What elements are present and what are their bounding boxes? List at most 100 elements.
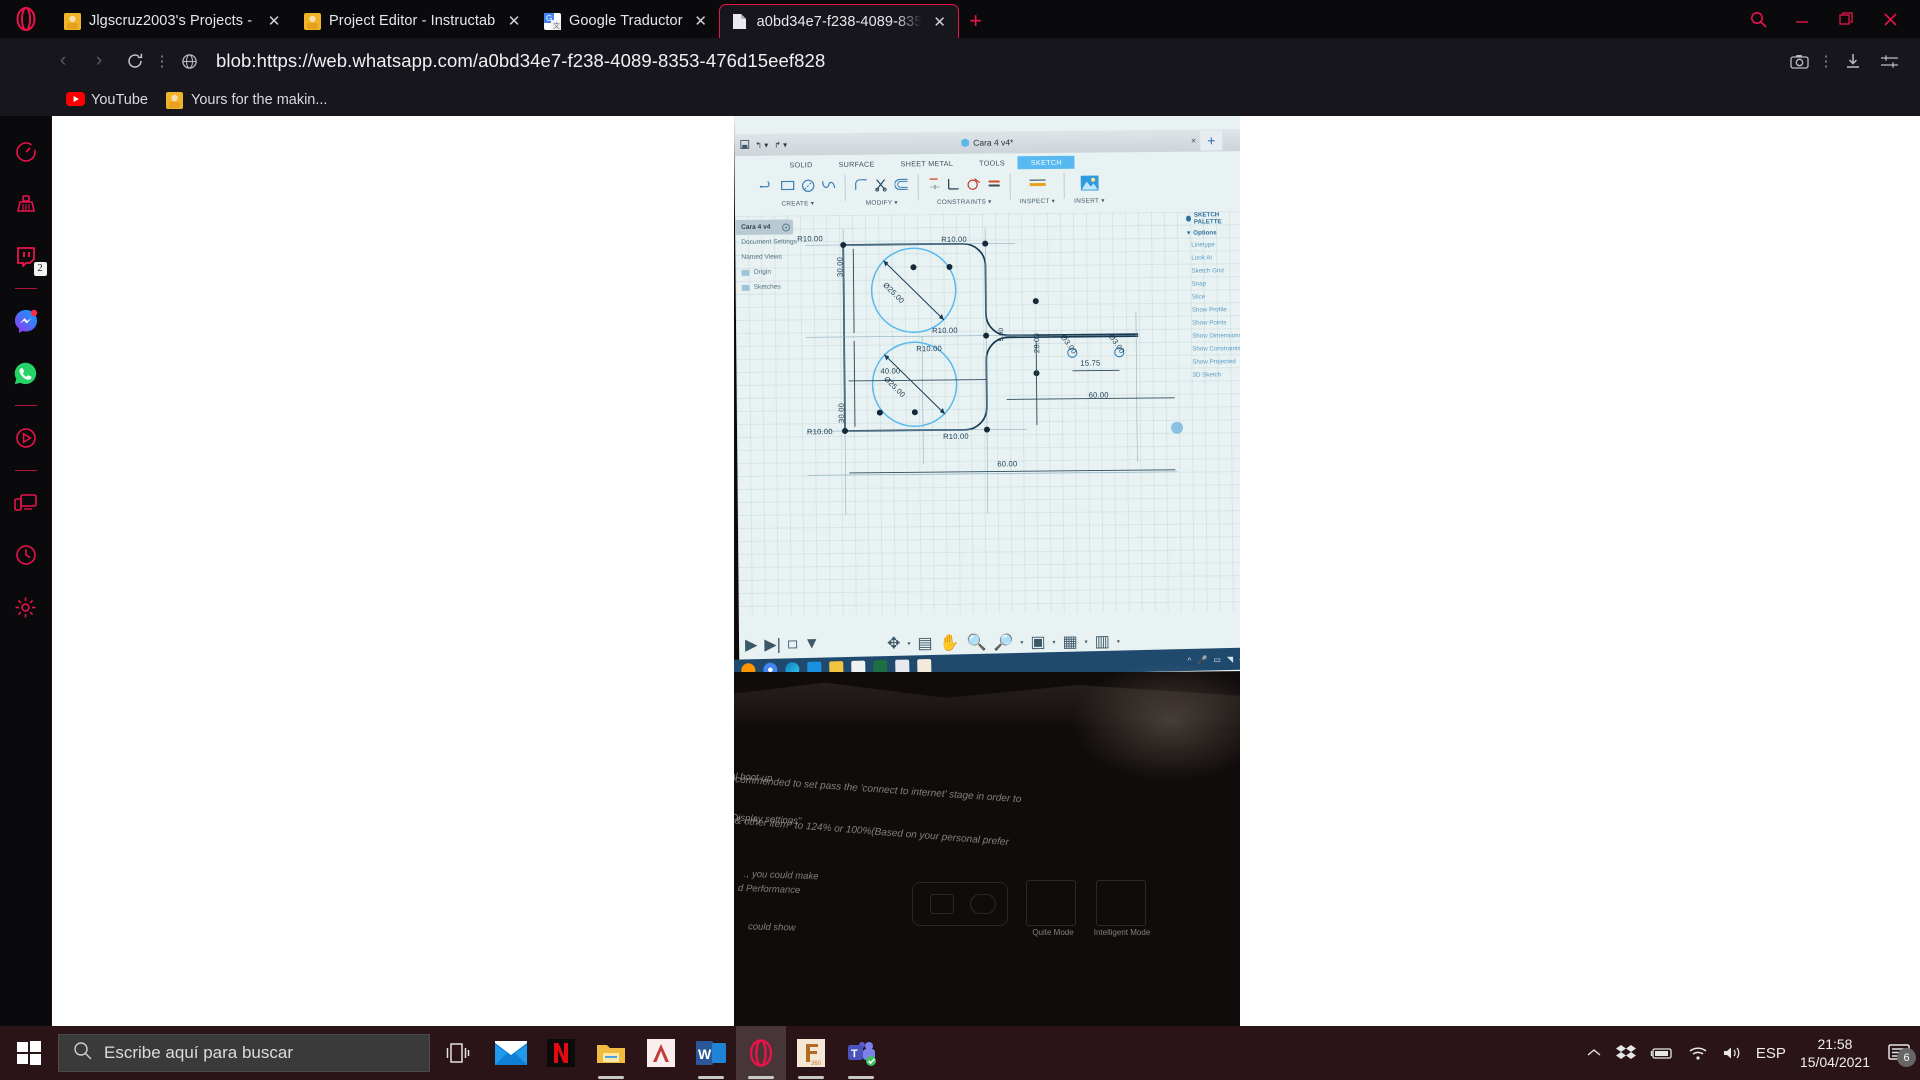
ribbon-tab-tools[interactable]: TOOLS: [966, 158, 1018, 167]
dimension-r10-center[interactable]: R10.00: [916, 344, 942, 353]
taskbar-app-autodesk[interactable]: [636, 1026, 686, 1080]
palette-item-look-at[interactable]: Look At: [1183, 251, 1240, 265]
kebab-menu-icon[interactable]: ⋮: [1818, 52, 1834, 70]
sketch-palette-header[interactable]: SKETCH PALETTE: [1183, 209, 1240, 228]
search-icon[interactable]: [1736, 3, 1780, 35]
line-icon[interactable]: [759, 180, 774, 192]
insert-image-icon[interactable]: [1080, 175, 1099, 191]
reload-icon[interactable]: [118, 44, 152, 78]
palette-item-3d-sketch[interactable]: 3D Sketch: [1184, 368, 1240, 382]
maximize-icon[interactable]: [1824, 3, 1868, 35]
dimension-dia3-left[interactable]: Ø3.00: [1059, 333, 1079, 356]
visibility-icon[interactable]: [782, 222, 791, 232]
offset-icon[interactable]: [894, 178, 909, 191]
sidebar-item-player[interactable]: [0, 412, 52, 464]
tab-close-icon[interactable]: ✕: [504, 11, 524, 31]
palette-item-show-profile[interactable]: Show Profile: [1184, 303, 1240, 317]
dimension-r10-mid[interactable]: R10.00: [932, 326, 958, 335]
bookmark-youtube[interactable]: YouTube: [66, 91, 148, 109]
rectangle-icon[interactable]: [781, 179, 795, 191]
taskbar-app-word[interactable]: W: [686, 1026, 736, 1080]
dimension-40[interactable]: 40.00: [880, 366, 900, 375]
browser-item-sketches[interactable]: Sketches: [736, 279, 814, 295]
dimension-r10-bottom-left[interactable]: R10.00: [807, 427, 833, 436]
browser-item-origin[interactable]: Origin: [735, 264, 813, 280]
taskbar-clock[interactable]: 21:58 15/04/2021: [1800, 1035, 1870, 1071]
tab-2[interactable]: G 文 Google Traductor ✕: [532, 4, 719, 38]
fusion-new-tab-button[interactable]: +: [1200, 130, 1223, 151]
taskbar-app-fusion360[interactable]: 360: [786, 1026, 836, 1080]
dimension-60-mid[interactable]: 60.00: [1089, 390, 1109, 399]
browser-root-row[interactable]: Cara 4 v4: [734, 219, 794, 235]
dimension-15-75[interactable]: 15.75: [1080, 358, 1100, 367]
pan-icon[interactable]: ▤: [917, 633, 932, 653]
ribbon-group-label[interactable]: MODIFY ▾: [866, 198, 898, 206]
palette-item-sketch-grid[interactable]: Sketch Grid: [1183, 264, 1240, 278]
ribbon-tab-surface[interactable]: SURFACE: [826, 159, 888, 169]
taskbar-search-input[interactable]: Escribe aquí para buscar: [58, 1034, 430, 1072]
taskbar-app-teams[interactable]: T: [836, 1026, 886, 1080]
url-input[interactable]: blob:https://web.whatsapp.com/a0bd34e7-f…: [208, 50, 1780, 72]
timeline-sketch-icon[interactable]: [787, 640, 797, 649]
dimension-r10-top-right[interactable]: R10.00: [941, 235, 967, 244]
taskbar-app-file-explorer[interactable]: [586, 1026, 636, 1080]
tab-close-icon[interactable]: ✕: [691, 11, 711, 31]
dimension-30-upper[interactable]: 30.00: [835, 257, 844, 277]
ribbon-group-label[interactable]: INSPECT ▾: [1020, 197, 1055, 205]
dropbox-icon[interactable]: [1615, 1044, 1636, 1062]
taskbar-app-netflix[interactable]: [536, 1026, 586, 1080]
dimension-30-lower[interactable]: 30.00: [837, 403, 846, 423]
palette-item-slice[interactable]: Slice: [1184, 290, 1240, 304]
dimension-dia25-upper[interactable]: Ø25.00: [881, 281, 906, 306]
sidebar-item-speed-dial[interactable]: [0, 126, 52, 178]
windows-start-icon[interactable]: [0, 1026, 58, 1080]
palette-item-snap[interactable]: Snap: [1184, 277, 1240, 291]
timeline-filter-icon[interactable]: ▼: [804, 635, 820, 653]
task-view-icon[interactable]: [430, 1026, 486, 1080]
chevron-up-icon[interactable]: [1586, 1047, 1602, 1059]
trim-icon[interactable]: [875, 178, 888, 192]
sidebar-item-whatsapp[interactable]: [0, 347, 52, 399]
ribbon-group-label[interactable]: CONSTRAINTS ▾: [937, 198, 992, 207]
timeline-play-icon[interactable]: ▶: [745, 635, 758, 655]
dimension-dia25-lower[interactable]: Ø25.00: [882, 375, 907, 400]
sidebar-item-my-flow[interactable]: [0, 477, 52, 529]
palette-item-linetype[interactable]: Linetype: [1183, 238, 1240, 252]
sidebar-item-twitch[interactable]: 2: [0, 230, 52, 282]
spline-icon[interactable]: [822, 179, 836, 191]
perpendicular-icon[interactable]: [947, 177, 960, 190]
grid-snaps-icon[interactable]: ▦: [1062, 632, 1077, 652]
volume-icon[interactable]: [1722, 1045, 1742, 1061]
easy-setup-icon[interactable]: [1872, 44, 1906, 78]
minimize-icon[interactable]: [1780, 3, 1824, 35]
downloads-icon[interactable]: [1836, 44, 1870, 78]
browser-item-named-views[interactable]: Named Views: [735, 249, 813, 265]
tab-close-icon[interactable]: ✕: [930, 12, 950, 32]
kebab-menu-icon[interactable]: ⋮: [154, 52, 170, 70]
ribbon-group-label[interactable]: CREATE ▾: [781, 199, 814, 207]
sidebar-item-cleaner[interactable]: [0, 178, 52, 230]
display-settings-icon[interactable]: ▣: [1030, 632, 1045, 652]
taskbar-app-mail[interactable]: [486, 1026, 536, 1080]
globe-icon[interactable]: [172, 44, 206, 78]
dimension-5[interactable]: 5.00: [998, 328, 1005, 342]
sidebar-item-messenger[interactable]: [0, 295, 52, 347]
back-arrow-icon[interactable]: ‹: [46, 44, 80, 78]
wifi-icon[interactable]: [1688, 1045, 1708, 1061]
opera-logo-icon[interactable]: [0, 0, 52, 38]
tab-0[interactable]: Jlgscruz2003's Projects - Ins ✕: [52, 4, 292, 38]
new-tab-button[interactable]: +: [959, 4, 993, 38]
zoom-window-icon[interactable]: 🔍: [966, 633, 986, 653]
language-indicator[interactable]: ESP: [1756, 1045, 1786, 1062]
snapshot-camera-icon[interactable]: [1782, 44, 1816, 78]
zoom-icon[interactable]: 🔎: [993, 632, 1013, 652]
measure-icon[interactable]: [1027, 177, 1047, 189]
sidebar-item-settings[interactable]: [0, 581, 52, 633]
palette-item-show-dimensions[interactable]: Show Dimensions: [1184, 329, 1240, 343]
palette-item-show-projected[interactable]: Show Projected: [1184, 355, 1240, 369]
circle-icon[interactable]: [801, 179, 815, 192]
browser-item-document-settings[interactable]: Document Settings: [735, 234, 813, 250]
notification-icon[interactable]: 6: [1888, 1043, 1916, 1067]
taskbar-app-opera[interactable]: [736, 1026, 786, 1080]
sketch-palette-options-section[interactable]: ▾ Options: [1183, 227, 1240, 239]
